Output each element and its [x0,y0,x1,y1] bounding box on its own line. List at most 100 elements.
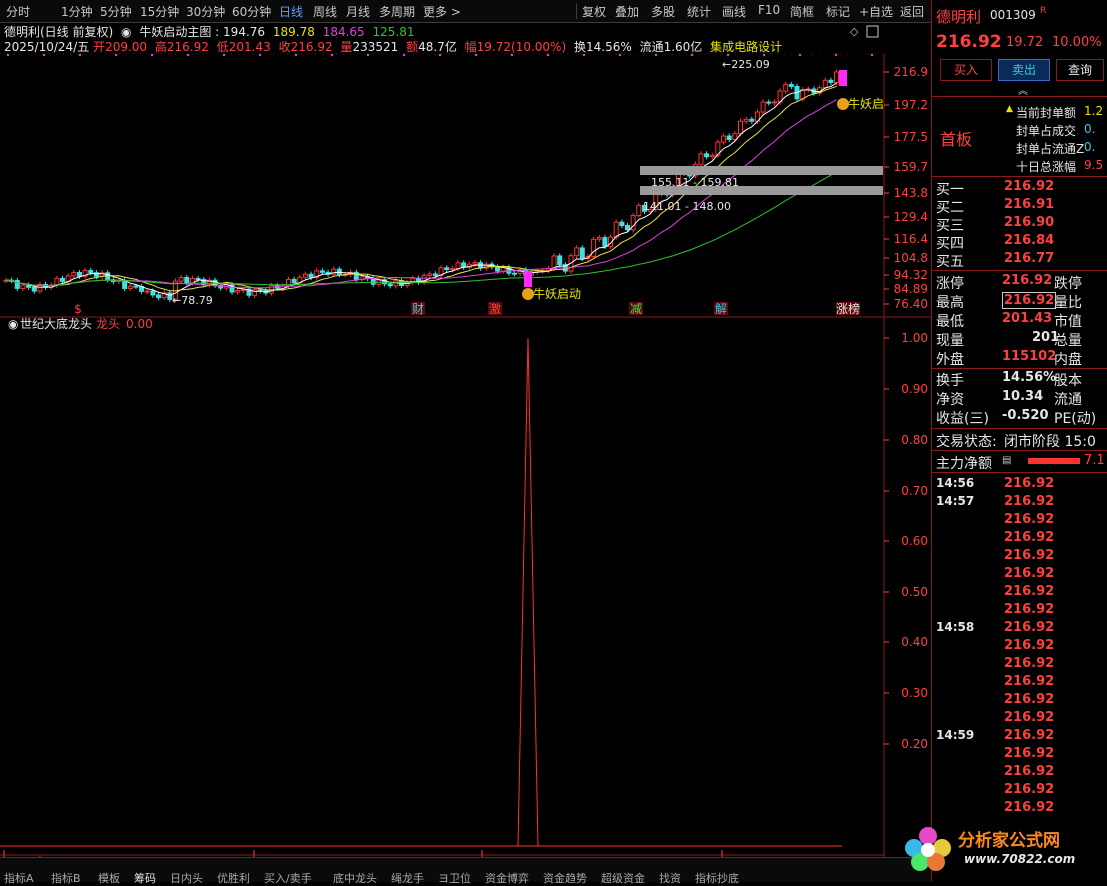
tick-time: 14:56 [936,476,975,490]
tick-price: 216.92 [1004,728,1055,743]
stat-value: 201.43 [1002,311,1053,326]
event-marker[interactable]: 财 [412,302,424,316]
stat2-value: 14.56% [1002,370,1057,385]
indicator-tab[interactable]: 买入/卖手 [264,870,312,886]
event-marker[interactable]: $ [74,302,82,316]
stat2-value: 10.34 [1002,389,1044,404]
indicator-collapse-icon[interactable]: ◉ [8,317,18,331]
price-tick-label: 216.9 [894,65,928,79]
list-icon[interactable]: ▤ [1002,455,1011,466]
indicator-tabs-bar: 指标A 指标B 模板 筹码 日内头 优胜利 买入/卖手 底中龙头 绳龙手 ヨ卫位 资金博弈 资金趋势超… [0,857,931,885]
indicator-tab[interactable]: 优胜利 [217,870,250,886]
indicator-tab[interactable]: ヨ卫位 [438,870,471,886]
event-marker[interactable]: 激 [489,302,501,316]
stat2-label-2: PE(动) [1054,411,1097,427]
seal-item-value: 0. [1084,140,1096,154]
indicator-tab[interactable]: 绳龙手 [391,870,424,886]
indicator-tab[interactable]: 资金博弈 [485,870,529,886]
stat2-label-2: 流通 [1054,392,1082,408]
top-dot-marker [654,53,658,57]
trade-status-label: 交易状态: [936,434,997,450]
price-tick-label: 143.8 [894,186,928,200]
top-dot-marker [474,53,478,57]
stat2-value: -0.520 [1002,408,1049,423]
sell-button[interactable]: 卖出 [998,59,1050,81]
top-dot-marker [6,53,10,57]
top-dot-marker [762,53,766,57]
indicator-tab[interactable]: 指标A [4,870,34,886]
tick-price: 216.92 [1004,602,1055,617]
indicator-name: 世纪大底龙头 [20,316,92,331]
indicator-tab[interactable]: 模板 [98,870,120,886]
candle-body [760,101,766,113]
tick-price: 216.92 [1004,620,1055,635]
candle-body [596,237,602,240]
indicator-tab[interactable]: 底中龙头 [333,870,377,886]
margin-badge: R [1040,6,1047,16]
candle-body [178,276,184,282]
stock-name: 德明利 [936,8,982,26]
price-tick-label: 76.40 [894,297,928,311]
top-dot-marker [222,53,226,57]
indicator-tab[interactable]: 找资 [659,870,681,886]
band2-label: 141.01 - 148.00 [643,200,731,213]
buy-button[interactable]: 买入 [940,59,992,81]
main-net-value: 7.1 [1084,453,1105,468]
kline-chart-area[interactable]: 216.9 197.2 177.5 159.7 143.8 129.4 116.4 104.8… [0,0,931,857]
candle-body [704,153,710,158]
price-tick-label: 94.32 [894,268,928,282]
indicator-tab[interactable]: 超级资金 [601,870,645,886]
bid-price: 216.84 [1004,233,1055,248]
indicator-tab[interactable]: 日内头 [170,870,203,886]
indicator-tab[interactable]: 指标抄底 [695,870,739,886]
pct-change: 10.00% [1052,35,1102,50]
candle-body [156,294,162,299]
board-label: 首板 [940,130,973,149]
event-marker[interactable]: 解 [715,302,727,316]
top-dot-marker [78,53,82,57]
top-dot-marker [294,53,298,57]
candle-body [698,153,704,165]
candle-body [26,284,32,288]
x-axis: 2025年8910 [0,850,884,857]
indicator-tick-label: 0.80 [901,433,928,447]
top-dot-marker [798,53,802,57]
indicator-tab[interactable]: 资金趋势 [543,870,587,886]
tick-price: 216.92 [1004,746,1055,761]
collapse-up-icon[interactable]: ︽ [1018,82,1028,97]
tick-time: 14:57 [936,494,975,508]
price-tick-label: 104.8 [894,251,928,265]
candle-body [189,277,195,284]
tick-price: 216.92 [1004,656,1055,671]
tick-price: 216.92 [1004,692,1055,707]
indicator-tab[interactable]: 筹码 [134,870,156,886]
top-dot-marker [42,53,46,57]
candle-body [88,269,94,274]
event-marker[interactable]: 减 [630,302,642,316]
event-marker[interactable]: 涨榜 [836,301,860,316]
band1-label: 155.11 - 159.81 [651,176,739,189]
top-dot-marker [402,53,406,57]
candle-body [732,133,738,141]
indicator-tick-label: 0.20 [901,737,928,751]
top-dot-marker [582,53,586,57]
seal-item-value: 1.2 [1084,104,1104,118]
maximize-icon[interactable] [866,25,879,38]
candle-body [574,247,580,257]
diamond-icon[interactable]: ◇ [850,25,859,38]
query-button[interactable]: 查询 [1056,59,1104,81]
tick-time: 14:59 [936,728,975,742]
indicator-tab[interactable]: 指标B [51,870,81,886]
candle-body [738,120,743,135]
candle-body [455,262,461,269]
price-tick-label: 129.4 [894,210,928,224]
seal-item-label: 封单占成交 [1016,124,1077,138]
price-tick-label: 197.2 [894,98,928,112]
watermark-logo-text: 分析家公式网 [958,831,1060,851]
candle-body [625,225,630,231]
candle-body [726,135,732,141]
candle-body [613,221,619,238]
price-tick-label: 159.7 [894,160,928,174]
bid-label: 买四 [936,236,964,252]
candle-body [144,290,150,293]
